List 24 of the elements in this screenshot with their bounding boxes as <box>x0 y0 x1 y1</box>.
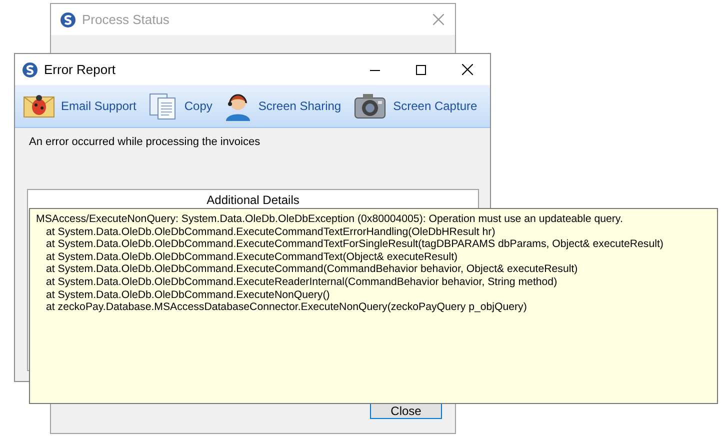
toolbar-button[interactable]: Email Support <box>21 87 138 125</box>
window-title: Error Report <box>44 60 116 79</box>
stack-trace-line: at zeckoPay.Database.MSAccessDatabaseConnector.ExecuteNonQuery(zeckoPayQuery p_objQuery) <box>45 301 528 314</box>
close-icon <box>433 14 444 25</box>
error-message: An error occurred while processing the invoices <box>29 135 262 150</box>
stack-trace-line: at System.Data.OleDb.OleDbCommand.ExecuteCommand(CommandBehavior behavior, Object& executeResult) <box>45 263 579 276</box>
documents-icon <box>148 91 178 121</box>
stack-trace-line: at System.Data.OleDb.OleDbCommand.ExecuteCommandText(Object& executeResult) <box>45 250 459 264</box>
stack-trace-line: at System.Data.OleDb.OleDbCommand.ExecuteCommandTextErrorHandling(OleDbHResult hr) <box>45 226 496 238</box>
stack-trace-line: at System.Data.OleDb.OleDbCommand.ExecuteNonQuery() <box>45 288 331 302</box>
window-title: Process Status <box>82 10 170 29</box>
toolbar-button[interactable]: Screen Capture <box>351 87 480 125</box>
envelope-bug-icon <box>23 92 55 120</box>
camera-icon <box>353 91 388 121</box>
close-icon <box>462 64 472 75</box>
maximize-icon <box>416 64 426 74</box>
app-logo-icon <box>22 62 38 78</box>
stack-trace-line: MSAccess/ExecuteNonQuery: System.Data.OleDb.OleDbException (0x80004005): Operation must use an updateable query. <box>36 213 624 226</box>
app-logo-icon <box>60 12 76 28</box>
details-header: Additional Details <box>206 192 300 208</box>
toolbar-button[interactable]: Screen Sharing <box>222 87 344 125</box>
toolbar-button[interactable]: Copy <box>146 87 214 125</box>
stack-trace-line: at System.Data.OleDb.OleDbCommand.ExecuteCommandTextForSingleResult(tagDBPARAMS dbParams, Object& executeResult) <box>45 238 664 251</box>
stack-trace-line: at System.Data.OleDb.OleDbCommand.ExecuteReaderInternal(CommandBehavior behavior, String method) <box>45 276 558 289</box>
